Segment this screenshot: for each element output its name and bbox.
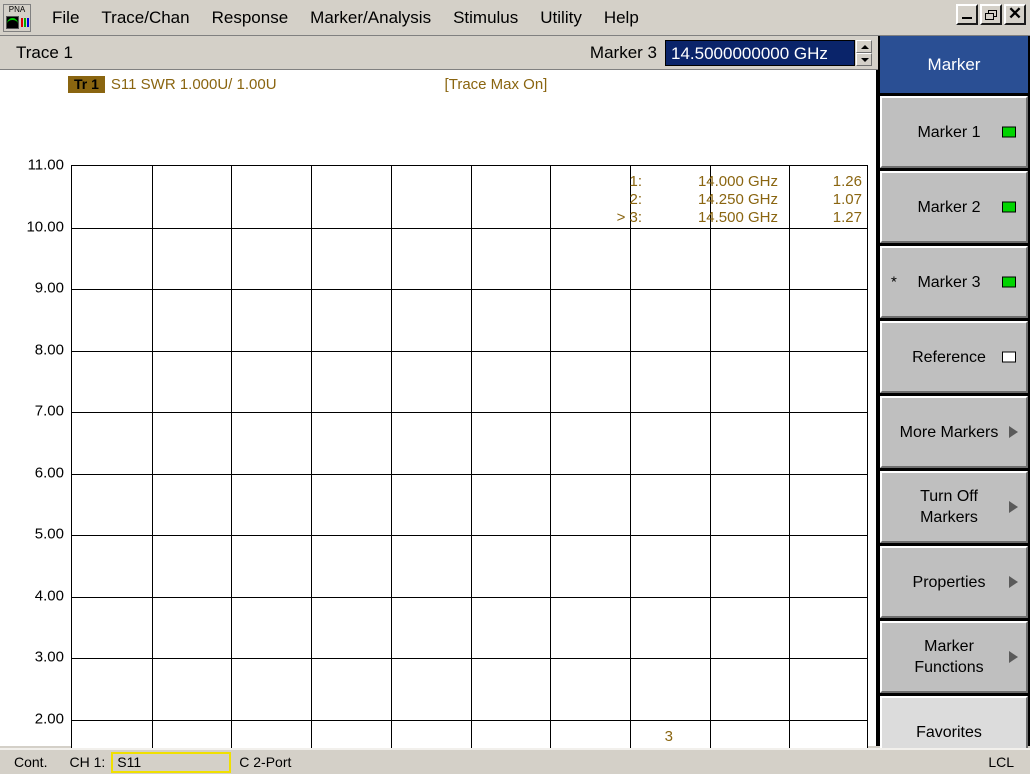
marker-readout-frequency: 14.500 GHz	[697, 209, 778, 226]
y-axis-tick-label: 8.00	[34, 341, 64, 358]
menu-bar: PNA File Trace/Chan Response Marker/Analysi…	[0, 0, 1030, 36]
plot-canvas: Tr 1 S11 SWR 1.000U/ 1.00U [Trace Max On…	[2, 70, 876, 774]
softkey-menu-title: Marker	[880, 36, 1028, 93]
marker-readout-value: 1.27	[832, 209, 862, 226]
status-bar: Cont. CH 1: S11 C 2-Port LCL	[0, 748, 1030, 774]
pna-logo-icon[interactable]: PNA	[3, 3, 31, 32]
marker-readout-frequency: 14.000 GHz	[697, 173, 778, 190]
softkey-checkbox-off[interactable]	[1002, 351, 1016, 363]
softkey-label: Turn Off Markers	[920, 488, 978, 526]
submenu-arrow-icon	[1009, 651, 1018, 663]
y-axis-tick-label: 9.00	[34, 279, 64, 297]
y-axis-labels: 1.002.003.004.005.006.007.008.009.0010.0…	[2, 157, 68, 774]
marker-frequency-input[interactable]: 14.5000000000 GHz	[665, 39, 855, 66]
status-cal-state[interactable]: C 2-Port	[239, 754, 291, 770]
marker-readout-row[interactable]: 2: 14.250 GHz 1.07	[600, 191, 862, 209]
softkey-label: Marker 3	[917, 273, 981, 291]
softkey-marker-3[interactable]: * Marker 3	[880, 246, 1028, 318]
softkey-label: More Markers	[899, 423, 999, 441]
y-axis-tick-label: 4.00	[34, 587, 64, 604]
trace-header-bar: Trace 1 Marker 3 14.5000000000 GHz	[0, 36, 878, 70]
softkey-menu: Marker Marker 1 Marker 2 * Marker 3 Referenc…	[878, 36, 1030, 768]
softkey-list: Marker 1 Marker 2 * Marker 3 Reference More M…	[880, 96, 1028, 768]
marker-readout-row[interactable]: > 3: 14.500 GHz 1.27	[600, 209, 862, 227]
pna-logo-bars	[21, 17, 30, 27]
trace-title: Trace 1	[16, 42, 74, 62]
trace-badge[interactable]: Tr 1	[68, 76, 105, 93]
status-sweep-mode[interactable]: Cont.	[14, 754, 47, 770]
softkey-label: Marker 1	[917, 123, 981, 141]
menu-item-stimulus[interactable]: Stimulus	[442, 6, 529, 30]
softkey-label: Favorites	[916, 723, 982, 741]
status-parameter[interactable]: S11	[111, 751, 232, 773]
stepper-down-icon[interactable]	[856, 52, 872, 66]
marker-flag-label: 3	[664, 728, 673, 746]
marker-readout-index: 1:	[629, 173, 642, 190]
y-axis-tick-label: 6.00	[34, 464, 64, 481]
marker-readout-frequency: 14.250 GHz	[697, 191, 778, 208]
y-axis-tick-label: 5.00	[34, 525, 64, 543]
marker-frequency-stepper[interactable]	[856, 39, 872, 66]
softkey-checkbox-on[interactable]	[1002, 276, 1016, 288]
marker-readout-table: 1: 14.000 GHz 1.26 2: 14.250 GHz 1.07 > 3: 14.5…	[600, 173, 862, 227]
menu-item-response[interactable]: Response	[201, 6, 300, 30]
marker-readout-row[interactable]: 1: 14.000 GHz 1.26	[600, 173, 862, 191]
restore-button[interactable]	[980, 4, 1002, 25]
trace-max-status: [Trace Max On]	[444, 76, 548, 93]
softkey-marker-1[interactable]: Marker 1	[880, 96, 1028, 168]
menu-item-help[interactable]: Help	[593, 6, 650, 30]
softkey-reference[interactable]: Reference	[880, 321, 1028, 393]
softkey-more-markers[interactable]: More Markers	[880, 396, 1028, 468]
y-axis-tick-label: 11.00	[27, 156, 64, 174]
marker-readout-index: > 3:	[616, 209, 642, 226]
menu-item-marker-analysis[interactable]: Marker/Analysis	[299, 6, 442, 30]
y-axis-tick-label: 2.00	[34, 710, 64, 727]
softkey-checkbox-on[interactable]	[1002, 126, 1016, 138]
trace-info-line: Tr 1 S11 SWR 1.000U/ 1.00U [Trace Max On…	[68, 76, 868, 93]
active-marker-asterisk-icon: *	[891, 273, 897, 291]
stepper-up-icon[interactable]	[856, 39, 872, 53]
trace-description[interactable]: S11 SWR 1.000U/ 1.00U	[111, 76, 277, 93]
active-marker-label: Marker 3	[589, 42, 657, 62]
status-channel: CH 1:	[69, 754, 106, 770]
close-button[interactable]: ✕	[1004, 4, 1026, 25]
marker-readout-value: 1.26	[832, 173, 862, 190]
softkey-checkbox-on[interactable]	[1002, 201, 1016, 213]
y-axis-tick-label: 10.00	[26, 218, 64, 235]
menu-item-trace-chan[interactable]: Trace/Chan	[90, 6, 200, 30]
softkey-label: Reference	[912, 348, 986, 366]
submenu-arrow-icon	[1009, 576, 1018, 588]
marker-readout-value: 1.07	[832, 191, 862, 208]
marker-readout-index: 2:	[629, 191, 642, 208]
menu-item-utility[interactable]: Utility	[529, 6, 593, 30]
softkey-properties[interactable]: Properties	[880, 546, 1028, 618]
pna-logo-text: PNA	[8, 4, 26, 14]
softkey-label: Properties	[912, 573, 986, 591]
trace-curve	[71, 757, 868, 774]
menu-item-file[interactable]: File	[41, 6, 90, 30]
softkey-label: Marker 2	[917, 198, 981, 216]
minimize-button[interactable]	[956, 4, 978, 25]
y-axis-tick-label: 3.00	[34, 648, 64, 666]
softkey-turn-off-markers[interactable]: Turn Off Markers	[880, 471, 1028, 543]
status-lock-state[interactable]: LCL	[988, 754, 1014, 770]
y-axis-tick-label: 7.00	[34, 402, 64, 420]
softkey-marker-2[interactable]: Marker 2	[880, 171, 1028, 243]
softkey-label: Marker Functions	[914, 638, 984, 676]
submenu-arrow-icon	[1009, 501, 1018, 513]
softkey-marker-functions[interactable]: Marker Functions	[880, 621, 1028, 693]
plot-area: Tr 1 S11 SWR 1.000U/ 1.00U [Trace Max On…	[0, 70, 878, 774]
submenu-arrow-icon	[1009, 426, 1018, 438]
window-controls: ✕	[956, 4, 1026, 25]
pna-application-window: PNA File Trace/Chan Response Marker/Analysi…	[0, 0, 1030, 774]
